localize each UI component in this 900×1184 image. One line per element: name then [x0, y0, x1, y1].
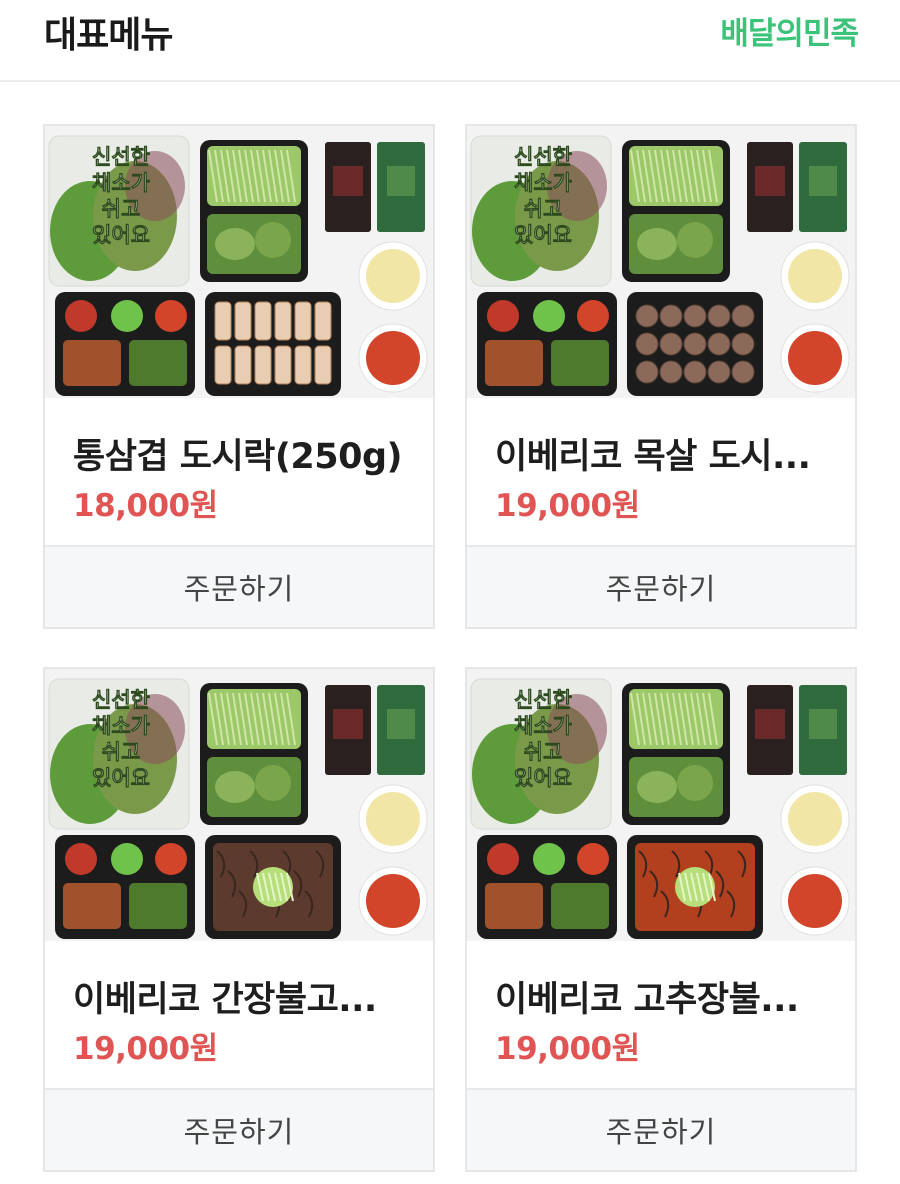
package-text: 채소가 — [92, 171, 151, 195]
menu-price: 19,000원 — [73, 1031, 218, 1067]
package-text: 쉬고 — [102, 197, 141, 221]
package-text: 있어요 — [92, 766, 150, 790]
menu-image: 신선한 채소가 쉬고 있어요 — [45, 126, 433, 398]
vegetable-bag: 신선한채소가쉬고있어요 — [48, 678, 190, 830]
page-header: 대표메뉴 배달의민족 — [0, 0, 900, 82]
menu-name: 이베리코 고추장불... — [495, 980, 799, 1020]
baemin-link[interactable]: 배달의민족 — [720, 8, 859, 53]
menu-card[interactable]: 신선한 채소가 쉬고 있어요 이베리코 목살 도시... 19,000원 주문하기 — [465, 124, 857, 629]
package-text: 신선한 — [92, 145, 150, 169]
menu-card[interactable]: 신선한 채소가 쉬고 있어요 이베리코 고추장불... 19,000원 주문하기 — [465, 667, 857, 1172]
menu-image: 신선한 채소가 쉬고 있어요 — [467, 126, 855, 398]
package-text: 신선한 — [514, 688, 572, 712]
order-button[interactable]: 주문하기 — [45, 1088, 433, 1170]
vegetable-bag: 신선한채소가쉬고있어요 — [470, 135, 612, 287]
menu-price: 19,000원 — [495, 488, 640, 524]
package-text: 있어요 — [92, 223, 150, 247]
page-title: 대표메뉴 — [44, 15, 173, 56]
package-text: 신선한 — [92, 688, 150, 712]
dosirak-photo: 신선한채소가쉬고있어요 — [467, 669, 855, 941]
order-button[interactable]: 주문하기 — [467, 545, 855, 627]
package-text: 채소가 — [514, 714, 573, 738]
menu-price: 18,000원 — [73, 488, 218, 524]
menu-image: 신선한 채소가 쉬고 있어요 — [467, 669, 855, 941]
package-text: 채소가 — [514, 171, 573, 195]
menu-image: 신선한 채소가 쉬고 있어요 — [45, 669, 433, 941]
package-text: 신선한 — [514, 145, 572, 169]
package-text: 있어요 — [514, 223, 572, 247]
vegetable-bag: 신선한채소가쉬고있어요 — [48, 135, 190, 287]
dosirak-photo: 신선한채소가쉬고있어요 — [45, 669, 433, 941]
package-text: 쉬고 — [524, 197, 563, 221]
package-text: 채소가 — [92, 714, 151, 738]
menu-name: 이베리코 간장불고... — [73, 980, 377, 1020]
dosirak-photo: 신선한채소가쉬고있어요 — [467, 126, 855, 398]
package-text: 쉬고 — [524, 740, 563, 764]
package-text: 있어요 — [514, 766, 572, 790]
menu-price: 19,000원 — [495, 1031, 640, 1067]
menu-card[interactable]: 신선한 채소가 쉬고 있어요 통삼겹 도시락(250g) 18,000원 주문하기 — [43, 124, 435, 629]
order-button[interactable]: 주문하기 — [45, 545, 433, 627]
menu-name: 이베리코 목살 도시... — [495, 437, 811, 477]
dosirak-photo: 신선한채소가쉬고있어요 — [45, 126, 433, 398]
order-button[interactable]: 주문하기 — [467, 1088, 855, 1170]
menu-card[interactable]: 신선한 채소가 쉬고 있어요 이베리코 간장불고... 19,000원 주문하기 — [43, 667, 435, 1172]
menu-name: 통삼겹 도시락(250g) — [73, 437, 403, 477]
package-text: 쉬고 — [102, 740, 141, 764]
menu-grid: 신선한 채소가 쉬고 있어요 통삼겹 도시락(250g) 18,000원 주문하기 신… — [0, 82, 900, 1184]
vegetable-bag: 신선한채소가쉬고있어요 — [470, 678, 612, 830]
